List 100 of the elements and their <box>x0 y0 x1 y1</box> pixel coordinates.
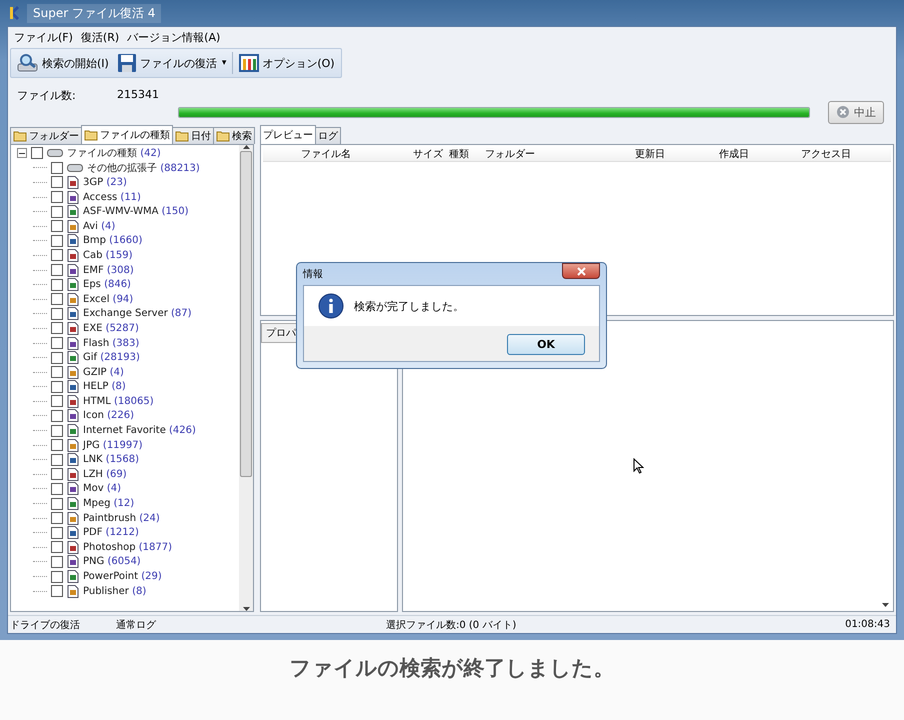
tree-item[interactable]: LZH (69) <box>11 467 239 482</box>
column-header[interactable]: ファイル名 <box>263 147 413 161</box>
tree-item[interactable]: GZIP (4) <box>11 364 239 380</box>
checkbox[interactable] <box>51 512 63 524</box>
checkbox[interactable] <box>51 366 63 378</box>
checkbox[interactable] <box>51 380 63 393</box>
tab[interactable]: プレビュー <box>260 125 316 144</box>
tree-item[interactable]: ファイルの種類 (42) <box>11 146 239 161</box>
tree-item[interactable]: ASF-WMV-WMA (150) <box>11 204 239 219</box>
tree-item[interactable]: Gif (28193) <box>11 350 239 365</box>
tree-item[interactable]: Paintbrush (24) <box>11 510 239 526</box>
stop-icon <box>836 105 850 119</box>
scroll-down-arrow-icon[interactable] <box>882 603 889 607</box>
tree-item[interactable]: Excel (94) <box>11 292 239 307</box>
checkbox[interactable] <box>51 556 63 568</box>
tree-item[interactable]: Publisher (8) <box>11 584 239 598</box>
menu-item[interactable]: 復活(R) <box>80 30 120 45</box>
checkbox[interactable] <box>51 220 63 232</box>
tree-item[interactable]: Photoshop (1877) <box>11 540 239 555</box>
scroll-down-arrow-icon[interactable] <box>242 607 250 611</box>
tab[interactable]: 日付 <box>172 127 214 144</box>
checkbox[interactable] <box>51 206 63 218</box>
caret-icon: ▾ <box>222 58 226 68</box>
checkbox[interactable] <box>51 526 63 539</box>
tab[interactable]: ログ <box>315 127 341 144</box>
checkbox[interactable] <box>51 352 63 364</box>
tree-item[interactable]: LNK (1568) <box>11 452 239 468</box>
tree-item[interactable]: PowerPoint (29) <box>11 569 239 584</box>
checkbox[interactable] <box>51 234 63 247</box>
file-icon <box>67 453 79 466</box>
column-header[interactable]: 種類 <box>449 147 485 161</box>
column-header[interactable]: アクセス日 <box>801 147 891 161</box>
file-icon <box>67 555 79 568</box>
tree-item[interactable]: PDF (1212) <box>11 525 239 540</box>
tree-item[interactable]: Mpeg (12) <box>11 496 239 511</box>
file-icon <box>67 366 79 379</box>
tree-item[interactable]: Flash (383) <box>11 336 239 350</box>
tree-item[interactable]: Mov (4) <box>11 482 239 496</box>
column-header[interactable]: サイズ <box>413 147 449 161</box>
checkbox[interactable] <box>51 585 63 598</box>
tree-item[interactable]: EMF (308) <box>11 262 239 278</box>
checkbox[interactable] <box>51 454 63 466</box>
checkbox[interactable] <box>51 191 63 204</box>
tab[interactable]: フォルダー <box>10 127 82 144</box>
window-title: Super ファイル復活 4 <box>27 4 162 22</box>
file-icon <box>67 336 79 350</box>
checkbox[interactable] <box>51 424 63 437</box>
tree-item[interactable]: Exchange Server (87) <box>11 306 239 322</box>
checkbox[interactable] <box>51 570 63 583</box>
tree-item[interactable]: その他の拡張子 (88213) <box>11 160 239 176</box>
toolbar-button[interactable]: ファイルの復活 ▾ <box>114 51 228 75</box>
tab[interactable]: 検索 <box>213 127 255 144</box>
checkbox[interactable] <box>51 278 63 291</box>
scroll-up-arrow-icon[interactable] <box>242 145 250 149</box>
drive-icon <box>67 164 83 172</box>
checkbox[interactable] <box>51 264 63 276</box>
checkbox[interactable] <box>51 293 63 306</box>
file-icon <box>67 307 79 320</box>
tree-item[interactable]: Access (11) <box>11 190 239 204</box>
file-icon <box>67 482 79 496</box>
checkbox[interactable] <box>31 147 43 160</box>
tree-item[interactable]: PNG (6054) <box>11 554 239 570</box>
ok-button[interactable]: OK <box>507 334 585 355</box>
checkbox[interactable] <box>51 322 63 334</box>
checkbox[interactable] <box>51 410 63 422</box>
tree-item[interactable]: HELP (8) <box>11 380 239 394</box>
column-header[interactable]: 更新日 <box>635 147 719 161</box>
toolbar-button[interactable]: 検索の開始(I) <box>15 51 111 75</box>
tree-item[interactable]: Eps (846) <box>11 277 239 292</box>
tree-item[interactable]: HTML (18065) <box>11 394 239 409</box>
tree-item[interactable]: EXE (5287) <box>11 321 239 336</box>
column-header[interactable]: 作成日 <box>719 147 801 161</box>
tab-icon <box>216 130 230 142</box>
checkbox[interactable] <box>51 468 63 480</box>
stop-button[interactable]: 中止 <box>828 100 884 124</box>
checkbox[interactable] <box>51 337 63 350</box>
tab[interactable]: ファイルの種類 <box>81 125 173 144</box>
checkbox[interactable] <box>51 308 63 320</box>
close-button[interactable] <box>562 263 600 279</box>
tree-item[interactable]: Avi (4) <box>11 218 239 234</box>
checkbox[interactable] <box>51 482 63 495</box>
checkbox[interactable] <box>51 249 63 262</box>
menu-item[interactable]: ファイル(F) <box>14 30 73 45</box>
checkbox[interactable] <box>51 176 63 188</box>
menu-item[interactable]: バージョン情報(A) <box>127 30 220 45</box>
tree-item[interactable]: Bmp (1660) <box>11 234 239 248</box>
tree-item[interactable]: Icon (226) <box>11 408 239 424</box>
checkbox[interactable] <box>51 439 63 452</box>
checkbox[interactable] <box>51 498 63 510</box>
column-header[interactable]: フォルダー <box>485 147 635 161</box>
tree-item[interactable]: Internet Favorite (426) <box>11 423 239 438</box>
checkbox[interactable] <box>51 541 63 554</box>
file-icon <box>67 394 79 408</box>
checkbox[interactable] <box>51 162 63 174</box>
tree-item[interactable]: 3GP (23) <box>11 175 239 190</box>
tree-item[interactable]: Cab (159) <box>11 248 239 263</box>
checkbox[interactable] <box>51 395 63 408</box>
toolbar-button[interactable]: オプション(O) <box>237 51 337 75</box>
scrollbar[interactable] <box>239 145 253 611</box>
tree-item[interactable]: JPG (11997) <box>11 438 239 452</box>
